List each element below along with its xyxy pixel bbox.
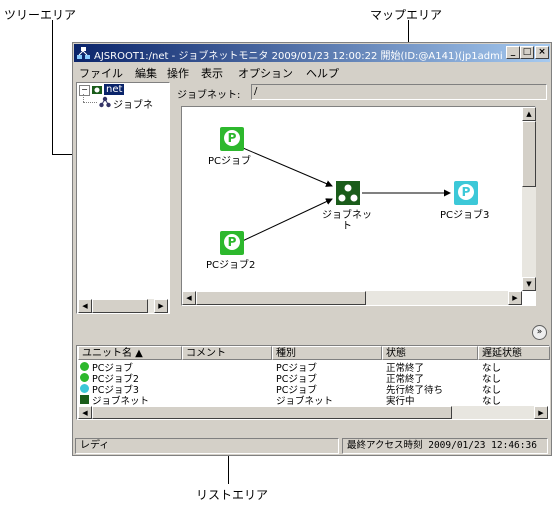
row-status: 実行中	[386, 396, 415, 407]
callout-line-tree	[52, 20, 53, 155]
menu-options[interactable]: オプション	[238, 65, 293, 81]
jobnet-monitor-window: AJSROOT1:/net - ジョブネットモニタ 2009/01/23 12:…	[72, 42, 552, 456]
tree-area: − net ジョブネ ◀ ▶	[76, 82, 170, 314]
pc-job-icon[interactable]	[220, 127, 244, 151]
maximize-button[interactable]: □	[520, 46, 534, 59]
node-label-jobnet-line2: ト	[342, 221, 352, 232]
column-unit-name[interactable]: ユニット名 ▲	[78, 346, 182, 360]
column-comment[interactable]: コメント	[182, 346, 272, 360]
jobnet-child-icon	[99, 96, 111, 108]
minimize-button[interactable]: _	[506, 46, 520, 59]
menu-help[interactable]: ヘルプ	[306, 65, 339, 81]
status-cyan-icon	[80, 384, 89, 393]
map-vscroll-thumb[interactable]	[522, 121, 536, 187]
title-bar: AJSROOT1:/net - ジョブネットモニタ 2009/01/23 12:…	[74, 44, 550, 62]
menu-file[interactable]: ファイル	[79, 65, 123, 81]
node-label-pcjob2: PCジョブ2	[206, 260, 256, 271]
tree-connector-h	[83, 102, 97, 104]
pc-job2-icon[interactable]	[220, 231, 244, 255]
tree-hscroll-thumb[interactable]	[92, 299, 148, 313]
callout-map-area: マップエリア	[370, 8, 443, 22]
tree-root-item[interactable]: net	[104, 84, 125, 95]
column-type[interactable]: 種別	[272, 346, 382, 360]
jobnet-node-icon[interactable]	[336, 181, 360, 205]
row-delay: なし	[482, 396, 502, 407]
callout-list-area: リストエリア	[196, 488, 269, 502]
jobnet-row-icon	[80, 395, 89, 404]
collapse-panel-icon[interactable]: »	[532, 325, 547, 340]
jobnet-tree-icon	[92, 86, 102, 94]
callout-tree-area: ツリーエリア	[4, 8, 77, 22]
close-button[interactable]: ×	[535, 46, 549, 59]
tree-child-item[interactable]: ジョブネ	[113, 96, 153, 111]
map-area: PCジョブ PCジョブ2 ジョブネッ ト PCジョブ3 ▲ ▼ ◀ ▶	[181, 106, 536, 306]
menu-bar: ファイル 編集 操作 表示 オプション ヘルプ	[74, 63, 550, 80]
node-label-pcjob3: PCジョブ3	[440, 210, 490, 221]
jobnet-path-field[interactable]: /	[251, 84, 547, 100]
status-last-access: 最終アクセス時刻 2009/01/23 12:46:36	[342, 438, 548, 454]
jobnet-glyph-icon	[338, 184, 358, 202]
list-scroll-left-button[interactable]: ◀	[78, 406, 92, 419]
tree-scroll-right-button[interactable]: ▶	[154, 299, 168, 313]
menu-view[interactable]: 表示	[201, 65, 223, 81]
jobnet-path-label: ジョブネット:	[177, 90, 241, 101]
status-green-icon	[80, 362, 89, 371]
column-delay[interactable]: 遅延状態	[478, 346, 550, 360]
menu-edit[interactable]: 編集	[135, 65, 157, 81]
edge-pcjob2-jobnet	[235, 198, 333, 245]
list-hscroll-thumb[interactable]	[92, 406, 452, 419]
pc-job3-icon[interactable]	[454, 181, 478, 205]
map-hscroll-thumb[interactable]	[196, 291, 366, 305]
status-green-icon	[80, 373, 89, 382]
map-scroll-up-button[interactable]: ▲	[522, 107, 536, 121]
map-scroll-right-button[interactable]: ▶	[508, 291, 522, 305]
table-row[interactable]: ジョブネット ジョブネット 実行中 なし	[78, 394, 550, 407]
app-icon	[77, 47, 90, 59]
map-scroll-left-button[interactable]: ◀	[182, 291, 196, 305]
status-ready: レディ	[75, 438, 339, 454]
row-type: ジョブネット	[276, 396, 334, 407]
tree-scroll-left-button[interactable]: ◀	[78, 299, 92, 313]
map-scroll-down-button[interactable]: ▼	[522, 277, 536, 291]
column-status[interactable]: 状態	[382, 346, 478, 360]
tree-connector	[83, 94, 85, 102]
list-scroll-right-button[interactable]: ▶	[534, 406, 548, 419]
menu-operation[interactable]: 操作	[167, 65, 189, 81]
status-bar: レディ 最終アクセス時刻 2009/01/23 12:46:36	[74, 437, 550, 455]
node-label-pcjob: PCジョブ	[208, 156, 252, 167]
unit-list-table: ユニット名 ▲ コメント 種別 状態 遅延状態 PCジョブ PCジョブ 正常終了…	[76, 345, 550, 420]
row-unit-name: ジョブネット	[92, 396, 150, 407]
window-title: AJSROOT1:/net - ジョブネットモニタ 2009/01/23 12:…	[94, 51, 502, 62]
